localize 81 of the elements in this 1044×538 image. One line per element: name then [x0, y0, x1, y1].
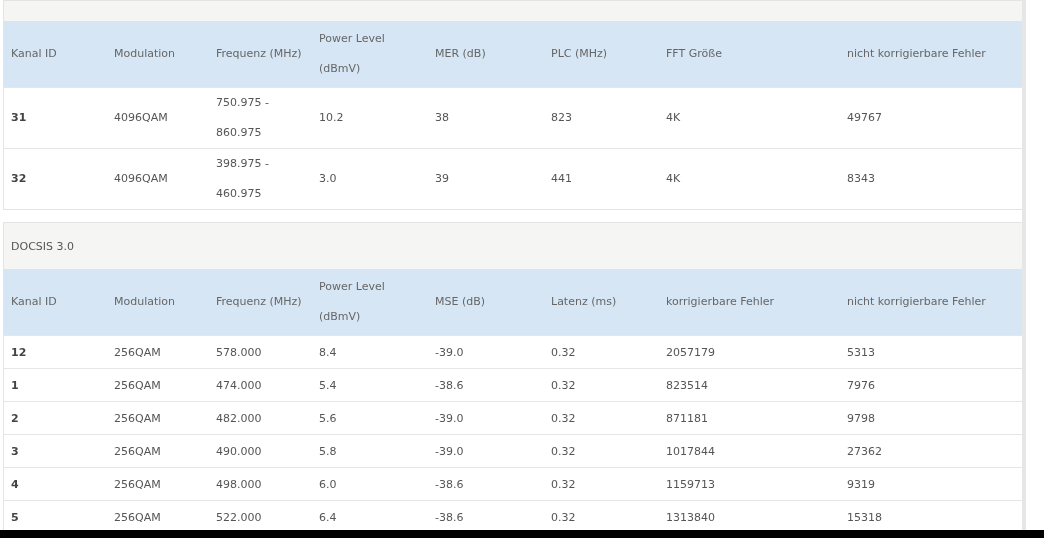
table-cell: 0.32	[551, 411, 576, 425]
table-cell: 2057179	[666, 345, 715, 359]
column-header: nicht korrigierbare Fehler	[847, 295, 986, 308]
table-cell: 0.32	[551, 510, 576, 524]
table-cell: 1017844	[666, 444, 715, 458]
column-header: Kanal ID	[11, 47, 57, 60]
table-cell: -38.6	[435, 510, 464, 524]
column-header: Frequenz (MHz)	[216, 47, 302, 60]
table-cell: 2	[11, 411, 19, 425]
table-cell: 39	[435, 172, 449, 185]
table-cell: 490.000	[216, 444, 262, 458]
table-cell: 38	[435, 111, 449, 124]
table-cell: 522.000	[216, 510, 262, 524]
table-cell: -39.0	[435, 345, 464, 359]
column-header: Kanal ID	[11, 295, 57, 308]
table-cell: 6.4	[319, 510, 337, 524]
column-header: Power Level (dBmV)	[319, 32, 385, 75]
table-cell: 441	[551, 172, 572, 185]
table-cell: 4096QAM	[114, 172, 168, 185]
table-cell: 482.000	[216, 411, 262, 425]
table-cell: 5	[11, 510, 19, 524]
table-cell: 0.32	[551, 345, 576, 359]
table-cell: 0.32	[551, 444, 576, 458]
table-cell: 823	[551, 111, 572, 124]
column-header: Power Level (dBmV)	[319, 280, 385, 323]
table-cell: 9319	[847, 477, 875, 491]
table-cell: 1	[11, 378, 19, 392]
table-cell: 10.2	[319, 111, 344, 124]
table-cell: 4K	[666, 111, 681, 124]
table-cell: 5.8	[319, 444, 337, 458]
table-cell: 7976	[847, 378, 875, 392]
table-cell: 15318	[847, 510, 882, 524]
table-cell: 5.4	[319, 378, 337, 392]
table-cell: 12	[11, 345, 27, 359]
table-cell: 871181	[666, 411, 708, 425]
table-cell: 49767	[847, 111, 882, 124]
table-cell: 0.32	[551, 477, 576, 491]
table-cell: 498.000	[216, 477, 262, 491]
table-cell: 1159713	[666, 477, 715, 491]
table-cell: 9798	[847, 411, 875, 425]
column-header: Modulation	[114, 295, 176, 308]
table-cell: 27362	[847, 444, 882, 458]
column-header: Frequenz (MHz)	[216, 295, 302, 308]
column-header: nicht korrigierbare Fehler	[847, 47, 986, 60]
table-cell: 578.000	[216, 345, 262, 359]
table-cell: 256QAM	[114, 444, 161, 458]
table-cell: 0.32	[551, 378, 576, 392]
table-cell: -39.0	[435, 411, 464, 425]
table-cell: 32	[11, 172, 27, 185]
table-cell: 8343	[847, 172, 875, 185]
table-cell: 5313	[847, 345, 875, 359]
panel-title: DOCSIS 3.0	[11, 239, 74, 253]
table-cell: 31	[11, 111, 27, 124]
table-cell: 398.975 - 460.975	[216, 157, 269, 200]
table-cell: 4096QAM	[114, 111, 168, 124]
column-header: PLC (MHz)	[551, 47, 608, 60]
table-cell: 823514	[666, 378, 708, 392]
column-header: korrigierbare Fehler	[666, 295, 775, 308]
table-cell: 5.6	[319, 411, 337, 425]
table-cell: 256QAM	[114, 510, 161, 524]
table-cell: 1313840	[666, 510, 715, 524]
table-cell: -38.6	[435, 378, 464, 392]
table-cell: -39.0	[435, 444, 464, 458]
column-header: FFT Größe	[666, 47, 722, 60]
column-header: Latenz (ms)	[551, 295, 617, 308]
column-header: MER (dB)	[435, 47, 486, 60]
table-cell: 256QAM	[114, 411, 161, 425]
table-cell: 3.0	[319, 172, 337, 185]
table-cell: 474.000	[216, 378, 262, 392]
table-cell: 3	[11, 444, 19, 458]
table-cell: 256QAM	[114, 378, 161, 392]
table-cell: 4K	[666, 172, 681, 185]
table-cell: 750.975 - 860.975	[216, 96, 269, 139]
table-cell: 8.4	[319, 345, 337, 359]
table-cell: -38.6	[435, 477, 464, 491]
column-header: Modulation	[114, 47, 176, 60]
table-cell: 256QAM	[114, 477, 161, 491]
column-header: MSE (dB)	[435, 295, 486, 308]
table-cell: 256QAM	[114, 345, 161, 359]
table-cell: 4	[11, 477, 19, 491]
table-cell: 6.0	[319, 477, 337, 491]
